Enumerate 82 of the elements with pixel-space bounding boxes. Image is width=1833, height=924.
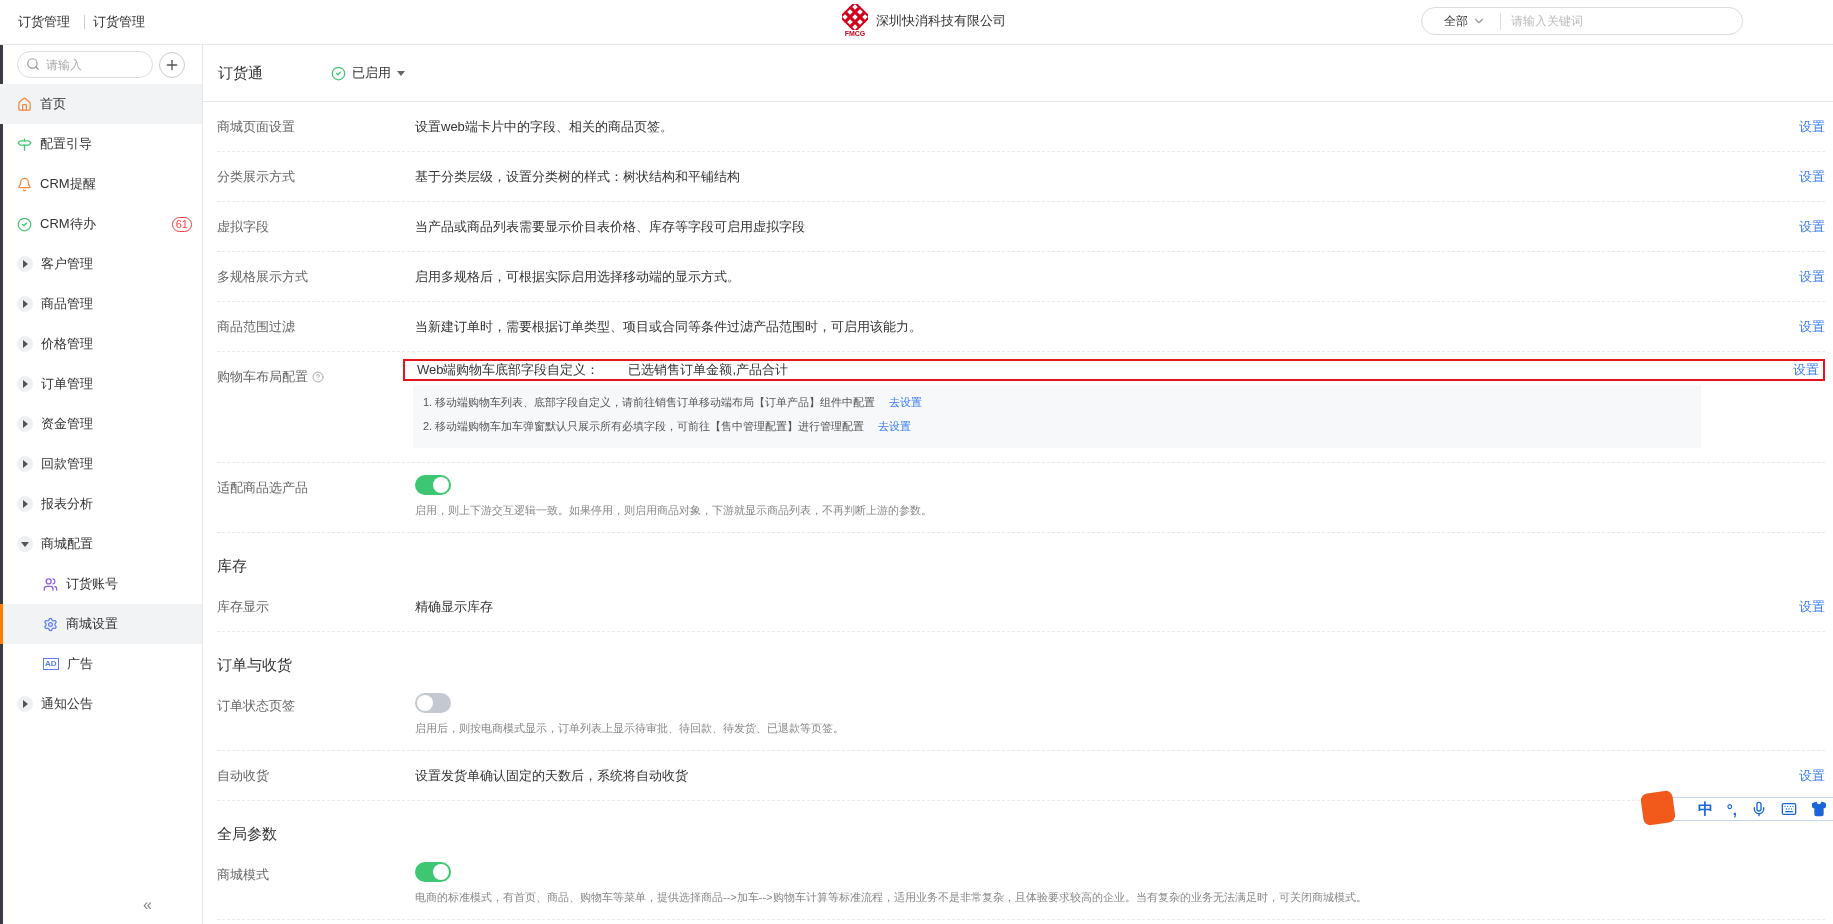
app-title: 订货管理 — [18, 13, 70, 31]
sidebar-item[interactable]: 回款管理 — [0, 444, 202, 484]
setting-description: 设置web端卡片中的字段、相关的商品页签。 — [415, 118, 674, 136]
setting-label: 购物车布局配置 — [217, 368, 308, 386]
ime-logo-icon — [1639, 789, 1676, 827]
settings-link[interactable]: 设置 — [1799, 598, 1825, 616]
go-settings-link[interactable]: 去设置 — [878, 420, 912, 432]
setting-description: 当新建订单时，需要根据订单类型、项目或合同等条件过滤产品范围时，可启用该能力。 — [415, 318, 923, 336]
section-title: 库存 — [217, 557, 247, 576]
sidebar-item[interactable]: 资金管理 — [0, 404, 202, 444]
setting-description: 启用，则上下游交互逻辑一致。如果停用，则启用商品对象，下游就显示商品列表，不再判断上游的参数。 — [415, 503, 933, 518]
setting-label: 商城模式 — [217, 866, 269, 884]
search-icon — [26, 57, 40, 71]
check-circle-icon — [331, 65, 346, 81]
check-circle-icon — [17, 216, 32, 232]
signpost-icon — [17, 136, 32, 152]
settings-link[interactable]: 设置 — [1799, 118, 1825, 136]
section-title: 全局参数 — [217, 825, 277, 844]
punctuation-toggle[interactable]: °, — [1726, 800, 1737, 818]
users-icon — [43, 576, 58, 592]
sidebar-item[interactable]: 客户管理 — [0, 244, 202, 284]
sidebar-item[interactable]: 报表分析 — [0, 484, 202, 524]
shirt-icon[interactable] — [1811, 801, 1827, 817]
sidebar-item[interactable]: CRM提醒 — [0, 164, 202, 204]
toggle-switch[interactable] — [415, 693, 451, 713]
setting-description: 电商的标准模式，有首页、商品、购物车等菜单，提供选择商品-->加车-->购物车计算等标准流程，适用业务不是非常复杂，且体验要求较高的企业。当有复杂的业务无法满足时，可关闭商城模式。 — [415, 890, 1368, 905]
ad-icon: AD — [43, 658, 59, 670]
caret-down-icon — [397, 70, 405, 76]
setting-label: 适配商品选产品 — [217, 479, 308, 497]
note-text: 2. 移动端购物车加车弹窗默认只展示所有必填字段，可前往【售中管理配置】进行管理配置 去设置 — [423, 419, 913, 434]
settings-link[interactable]: 设置 — [1793, 361, 1819, 379]
toggle-switch[interactable] — [415, 862, 451, 882]
gear-icon — [43, 616, 58, 632]
keyboard-icon[interactable] — [1781, 801, 1797, 817]
breadcrumb[interactable]: 订货管理 — [93, 13, 145, 31]
company-name: 深圳快消科技有限公司 — [876, 12, 1006, 30]
microphone-icon[interactable] — [1751, 801, 1767, 817]
setting-description: Web端购物车底部字段自定义： 已选销售订单金额,产品合计 — [417, 361, 789, 379]
setting-label: 自动收货 — [217, 767, 269, 785]
sidebar-item[interactable]: CRM待办 61 — [0, 204, 202, 244]
settings-link[interactable]: 设置 — [1799, 268, 1825, 286]
sidebar-item[interactable]: 商品管理 — [0, 284, 202, 324]
settings-link[interactable]: 设置 — [1799, 168, 1825, 186]
settings-link[interactable]: 设置 — [1799, 218, 1825, 236]
sidebar-item[interactable]: 通知公告 — [0, 684, 202, 724]
setting-label: 分类展示方式 — [217, 168, 295, 186]
collapse-button[interactable]: « — [143, 896, 152, 914]
settings-link[interactable]: 设置 — [1799, 318, 1825, 336]
setting-label: 订单状态页签 — [217, 697, 295, 715]
page-title: 订货通 — [218, 63, 264, 83]
sidebar-search-field[interactable]: 请输入 — [17, 51, 153, 78]
home-icon — [17, 96, 32, 112]
setting-description: 精确显示库存 — [415, 598, 494, 616]
setting-label: 多规格展示方式 — [217, 268, 308, 286]
sidebar-item[interactable]: AD 广告 — [0, 644, 202, 684]
sidebar-item[interactable]: 配置引导 — [0, 124, 202, 164]
keyword-input[interactable]: 请输入关键词 — [1509, 13, 1730, 29]
section-title: 订单与收货 — [217, 656, 292, 675]
toggle-switch[interactable] — [415, 475, 451, 495]
setting-description: 设置发货单确认固定的天数后，系统将自动收货 — [415, 767, 689, 785]
setting-label: 库存显示 — [217, 598, 269, 616]
sidebar-item[interactable]: 订货账号 — [0, 564, 202, 604]
setting-description: 基于分类层级，设置分类树的样式：树状结构和平铺结构 — [415, 168, 741, 186]
add-button[interactable] — [159, 51, 185, 78]
scope-dropdown[interactable]: 全部 — [1444, 12, 1501, 30]
go-settings-link[interactable]: 去设置 — [889, 396, 923, 408]
sidebar-item[interactable]: 价格管理 — [0, 324, 202, 364]
settings-link[interactable]: 设置 — [1799, 767, 1825, 785]
setting-description: 启用多规格后，可根据实际启用选择移动端的显示方式。 — [415, 268, 741, 286]
setting-label: 虚拟字段 — [217, 218, 269, 236]
bell-icon — [17, 176, 32, 192]
setting-description: 当产品或商品列表需要显示价目表价格、库存等字段可启用虚拟字段 — [415, 218, 806, 236]
language-toggle[interactable]: 中 — [1697, 799, 1713, 819]
sidebar-item[interactable]: 订单管理 — [0, 364, 202, 404]
setting-label: 商品范围过滤 — [217, 318, 295, 336]
note-text: 1. 移动端购物车列表、底部字段自定义，请前往销售订单移动端布局【订单产品】组件中配置 去设置 — [423, 395, 924, 410]
sidebar-item[interactable]: 商城配置 — [0, 524, 202, 564]
sidebar-item[interactable]: 首页 — [0, 84, 202, 124]
setting-description: 启用后，则按电商模式显示，订单列表上显示待审批、待回款、待发货、已退款等页签。 — [415, 721, 845, 736]
setting-label: 商城页面设置 — [217, 118, 295, 136]
status-dropdown[interactable]: 已启用 — [331, 64, 405, 82]
sidebar-item[interactable]: 商城设置 — [0, 604, 202, 644]
